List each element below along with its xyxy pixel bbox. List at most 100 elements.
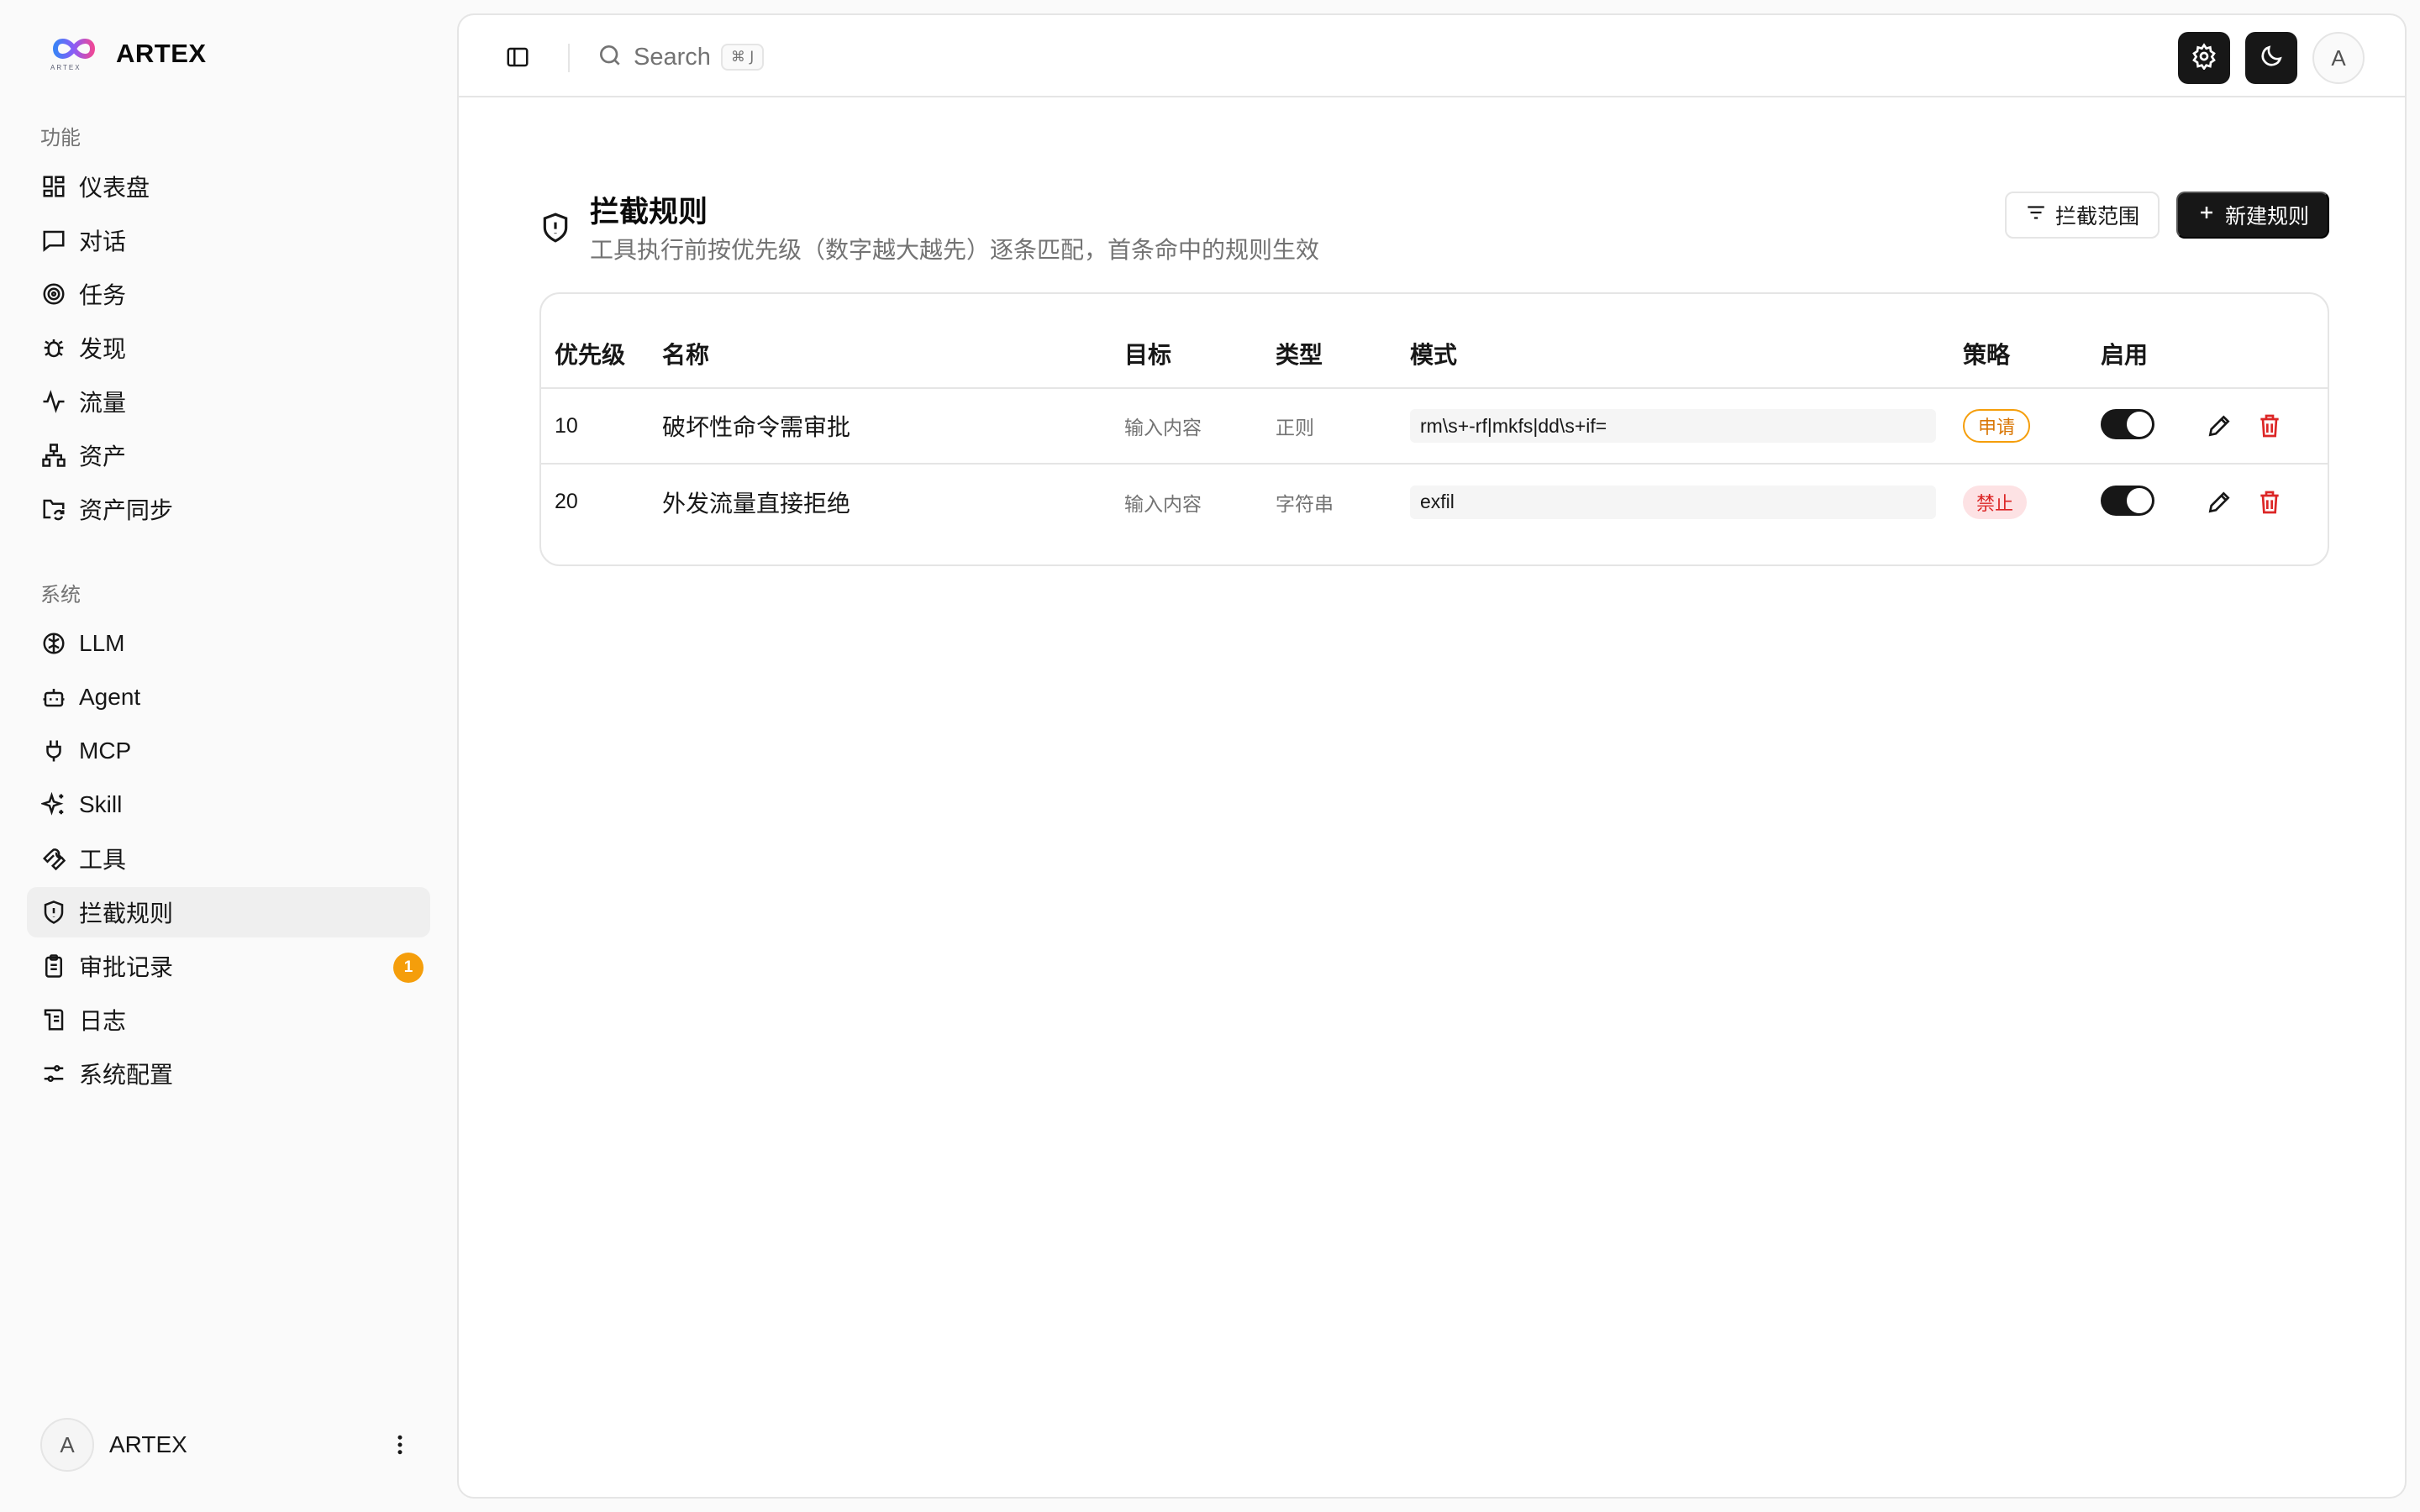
new-rule-button[interactable]: 新建规则 bbox=[2175, 192, 2329, 239]
rule-actions-cell bbox=[2205, 464, 2328, 539]
brand[interactable]: ARTEX ARTEX bbox=[49, 34, 207, 74]
sidebar-item-settings[interactable]: 系统配置 bbox=[27, 1048, 430, 1099]
rule-name: 破坏性命令需审批 bbox=[662, 388, 1124, 465]
rule-enabled-toggle[interactable] bbox=[2101, 409, 2154, 439]
sidebar-item-tasks[interactable]: 任务 bbox=[27, 269, 430, 319]
sidebar-item-intercept-rules[interactable]: 拦截规则 bbox=[27, 887, 430, 937]
page-subtitle: 工具执行前按优先级（数字越大越先）逐条匹配，首条命中的规则生效 bbox=[590, 237, 1320, 263]
rule-name: 外发流量直接拒绝 bbox=[662, 490, 851, 517]
logo-caption: ARTEX bbox=[50, 64, 82, 71]
sparkles-icon bbox=[40, 791, 67, 818]
sidebar-item-label: 工具 bbox=[79, 847, 127, 873]
sidebar-item-label: Skill bbox=[79, 791, 123, 817]
sidebar: ARTEX ARTEX 功能 仪表盘 对话 任务 发现 流量 资产 资产同步 系… bbox=[0, 0, 457, 1512]
rule-enabled-toggle[interactable] bbox=[2101, 485, 2154, 516]
sidebar-item-findings[interactable]: 发现 bbox=[27, 323, 430, 373]
filter-icon bbox=[2025, 202, 2047, 229]
column-header-strategy[interactable]: 策略 bbox=[1963, 294, 2101, 389]
sidebar-toggle-icon[interactable] bbox=[501, 40, 534, 74]
delete-icon[interactable] bbox=[2255, 488, 2284, 517]
moon-icon bbox=[2258, 43, 2285, 74]
rule-priority: 10 bbox=[541, 388, 662, 465]
sliders-icon bbox=[40, 1060, 67, 1087]
sidebar-item-traffic[interactable]: 流量 bbox=[27, 376, 430, 427]
sidebar-item-label: 对话 bbox=[79, 228, 127, 255]
sidebar-item-llm[interactable]: LLM bbox=[27, 618, 430, 669]
rule-enabled-cell bbox=[2101, 464, 2205, 539]
bug-icon bbox=[40, 334, 67, 361]
delete-icon[interactable] bbox=[2255, 412, 2284, 440]
chat-icon bbox=[40, 227, 67, 254]
status-badge: 禁止 bbox=[1963, 485, 2028, 519]
sidebar-item-dashboard[interactable]: 仪表盘 bbox=[27, 161, 430, 212]
theme-toggle-button[interactable] bbox=[2245, 32, 2297, 84]
rule-actions-cell bbox=[2205, 388, 2328, 465]
bot-icon bbox=[40, 684, 67, 711]
search-icon bbox=[597, 42, 623, 73]
page-header: 拦截规则 工具执行前按优先级（数字越大越先）逐条匹配，首条命中的规则生效 拦截范… bbox=[539, 173, 2329, 265]
sidebar-item-asset-sync[interactable]: 资产同步 bbox=[27, 484, 430, 534]
topbar: Search ⌘ J A bbox=[459, 15, 2405, 97]
intercept-scope-button[interactable]: 拦截范围 bbox=[2004, 192, 2160, 239]
sidebar-item-label: 资产 bbox=[79, 444, 127, 470]
search-input[interactable]: Search ⌘ J bbox=[597, 39, 765, 76]
page-title: 拦截规则 bbox=[590, 196, 708, 228]
brain-icon bbox=[40, 630, 67, 657]
rule-target: 输入内容 bbox=[1124, 388, 1276, 465]
sidebar-item-label: 发现 bbox=[79, 336, 127, 362]
search-shortcut: ⌘ J bbox=[720, 44, 765, 71]
sidebar-item-chat[interactable]: 对话 bbox=[27, 215, 430, 265]
clipboard-icon bbox=[40, 953, 67, 979]
new-rule-label: 新建规则 bbox=[2224, 205, 2309, 228]
nav-system: LLM Agent MCP Skill 工具 拦截规则 审批记录 1 日志 系统… bbox=[27, 618, 430, 1102]
activity-icon bbox=[40, 388, 67, 415]
settings-button[interactable] bbox=[2178, 32, 2230, 84]
column-header-target[interactable]: 目标 bbox=[1124, 294, 1276, 389]
rule-target: 输入内容 bbox=[1124, 492, 1202, 515]
user-name: ARTEX bbox=[109, 1431, 187, 1457]
sidebar-item-approvals[interactable]: 审批记录 1 bbox=[27, 941, 430, 991]
top-actions: A bbox=[2178, 32, 2365, 84]
plus-icon bbox=[2196, 202, 2217, 228]
brand-name: ARTEX bbox=[116, 39, 207, 68]
sidebar-item-label: 仪表盘 bbox=[79, 175, 150, 201]
status-badge: 申请 bbox=[1963, 409, 2031, 443]
sidebar-item-skill[interactable]: Skill bbox=[27, 780, 430, 830]
rule-priority: 20 bbox=[555, 490, 578, 513]
shield-alert-icon bbox=[40, 899, 67, 926]
table-row[interactable]: 20 外发流量直接拒绝 输入内容 字符串 exfil 禁止 bbox=[541, 464, 2328, 539]
rule-pattern-cell: rm\s+-rf|mkfs|dd\s+if= bbox=[1410, 388, 1963, 465]
column-header-type[interactable]: 类型 bbox=[1276, 294, 1410, 389]
shield-alert-icon bbox=[539, 210, 571, 245]
edit-icon[interactable] bbox=[2205, 488, 2233, 517]
column-header-pattern[interactable]: 模式 bbox=[1410, 294, 1963, 389]
user-menu[interactable]: A ARTEX bbox=[40, 1418, 417, 1472]
rule-pattern: rm\s+-rf|mkfs|dd\s+if= bbox=[1410, 409, 1936, 443]
scroll-icon bbox=[40, 1006, 67, 1033]
sidebar-item-label: 日志 bbox=[79, 1008, 127, 1034]
sidebar-item-agent[interactable]: Agent bbox=[27, 672, 430, 722]
sidebar-item-logs[interactable]: 日志 bbox=[27, 995, 430, 1045]
column-header-enabled[interactable]: 启用 bbox=[2101, 294, 2205, 389]
search-placeholder: Search bbox=[634, 43, 711, 71]
column-header-actions bbox=[2205, 294, 2328, 389]
gear-icon bbox=[2191, 42, 2217, 74]
edit-icon[interactable] bbox=[2205, 412, 2233, 440]
more-vertical-icon[interactable] bbox=[383, 1428, 417, 1462]
column-header-priority[interactable]: 优先级 bbox=[541, 294, 662, 389]
sidebar-item-tools[interactable]: 工具 bbox=[27, 833, 430, 884]
sidebar-item-label: 拦截规则 bbox=[79, 900, 174, 927]
page-actions: 拦截范围 新建规则 bbox=[2004, 192, 2329, 239]
plug-icon bbox=[40, 738, 67, 764]
topbar-divider bbox=[568, 44, 570, 72]
sidebar-item-label: 系统配置 bbox=[79, 1062, 174, 1088]
sidebar-item-mcp[interactable]: MCP bbox=[27, 726, 430, 776]
avatar: A bbox=[40, 1418, 94, 1472]
table-row[interactable]: 10 破坏性命令需审批 输入内容 正则 rm\s+-rf|mkfs|dd\s+i… bbox=[541, 388, 2328, 465]
avatar[interactable]: A bbox=[2312, 32, 2365, 84]
folder-sync-icon bbox=[40, 496, 67, 522]
sidebar-item-assets[interactable]: 资产 bbox=[27, 430, 430, 480]
intercept-scope-label: 拦截范围 bbox=[2054, 205, 2139, 228]
sidebar-item-label: MCP bbox=[79, 738, 132, 764]
column-header-name[interactable]: 名称 bbox=[662, 294, 1124, 389]
